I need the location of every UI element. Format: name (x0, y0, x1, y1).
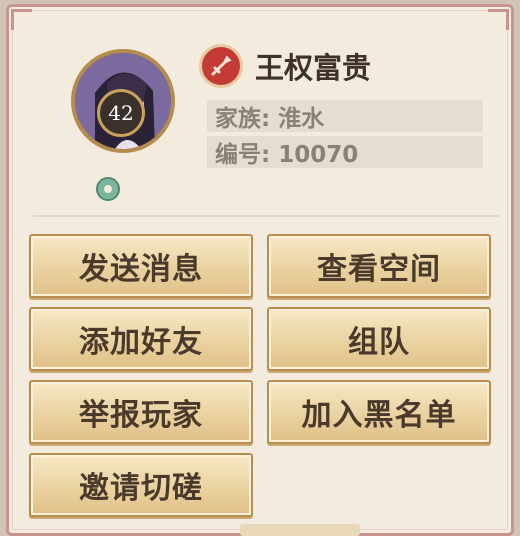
family-field: 家族: 淮水 (207, 100, 483, 132)
name-row: 王权富贵 (199, 41, 371, 91)
player-info-panel: 42 王权富贵 家族: 淮水 编号: 10070 发送消息 查看空间 添加好友 … (6, 4, 514, 536)
player-id-field: 编号: 10070 (207, 136, 483, 168)
level-badge: 42 (97, 89, 145, 137)
jade-pendant-icon (96, 177, 120, 201)
view-space-button[interactable]: 查看空间 (267, 234, 491, 298)
invite-duel-button[interactable]: 邀请切磋 (29, 453, 253, 517)
team-up-button[interactable]: 组队 (267, 307, 491, 371)
blacklist-button[interactable]: 加入黑名单 (267, 380, 491, 444)
level-value: 42 (108, 101, 134, 125)
send-message-button[interactable]: 发送消息 (29, 234, 253, 298)
corner-ornament (11, 9, 32, 30)
corner-ornament (488, 9, 509, 30)
divider (33, 215, 499, 217)
report-player-button[interactable]: 举报玩家 (29, 380, 253, 444)
sword-icon (199, 44, 243, 88)
add-friend-button[interactable]: 添加好友 (29, 307, 253, 371)
underlying-tab-strip (240, 524, 360, 536)
player-name: 王权富贵 (255, 51, 372, 85)
player-portrait[interactable]: 42 (71, 49, 175, 201)
